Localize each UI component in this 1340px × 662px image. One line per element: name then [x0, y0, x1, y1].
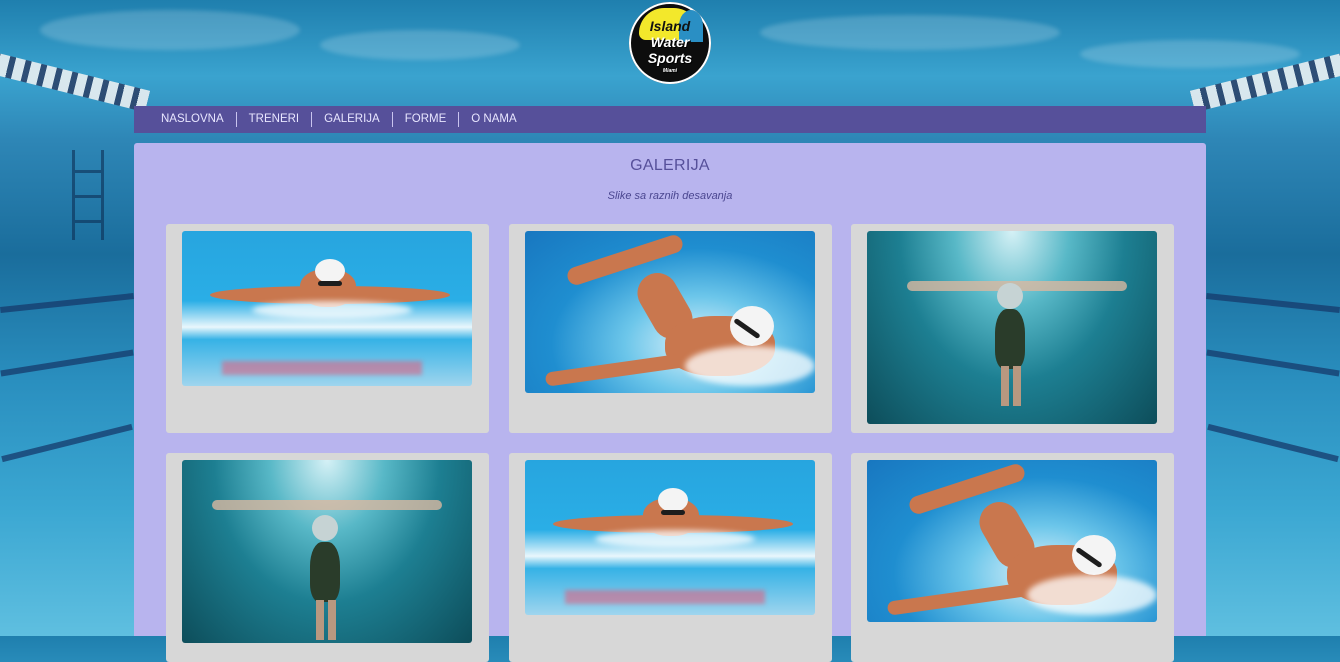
page-subtitle: Slike sa raznih desavanja	[607, 190, 733, 202]
gallery-photo-freestyle[interactable]	[867, 460, 1157, 622]
gallery-card[interactable]	[509, 453, 832, 662]
brand-logo[interactable]: Island Water Sports Miami	[629, 2, 711, 84]
gallery-photo-underwater[interactable]	[867, 231, 1157, 424]
gallery-card[interactable]	[851, 224, 1174, 433]
gallery-content: GALERIJA Slike sa raznih desavanja	[134, 143, 1206, 662]
nav-item-forme[interactable]: FORME	[393, 112, 460, 127]
nav-item-galerija[interactable]: GALERIJA	[312, 112, 393, 127]
nav-item-naslovna[interactable]: NASLOVNA	[149, 112, 237, 127]
logo-text-line3: Sports	[647, 50, 693, 66]
gallery-card[interactable]	[851, 453, 1174, 662]
page-title: GALERIJA	[630, 157, 710, 174]
nav-item-treneri[interactable]: TRENERI	[237, 112, 313, 127]
gallery-photo-freestyle[interactable]	[525, 231, 815, 393]
gallery-photo-underwater[interactable]	[182, 460, 472, 643]
logo-text-line4: Miami	[662, 68, 678, 74]
gallery-card[interactable]	[166, 224, 489, 433]
logo-text-line2: Water	[650, 34, 690, 50]
gallery-card[interactable]	[509, 224, 832, 433]
logo-text-line1: Island	[649, 18, 691, 34]
gallery-card[interactable]	[166, 453, 489, 662]
gallery-photo-butterfly[interactable]	[182, 231, 472, 386]
gallery-photo-butterfly[interactable]	[525, 460, 815, 615]
nav-item-o-nama[interactable]: O NAMA	[459, 112, 528, 127]
main-navigation: NASLOVNA TRENERI GALERIJA FORME O NAMA	[134, 106, 1206, 133]
